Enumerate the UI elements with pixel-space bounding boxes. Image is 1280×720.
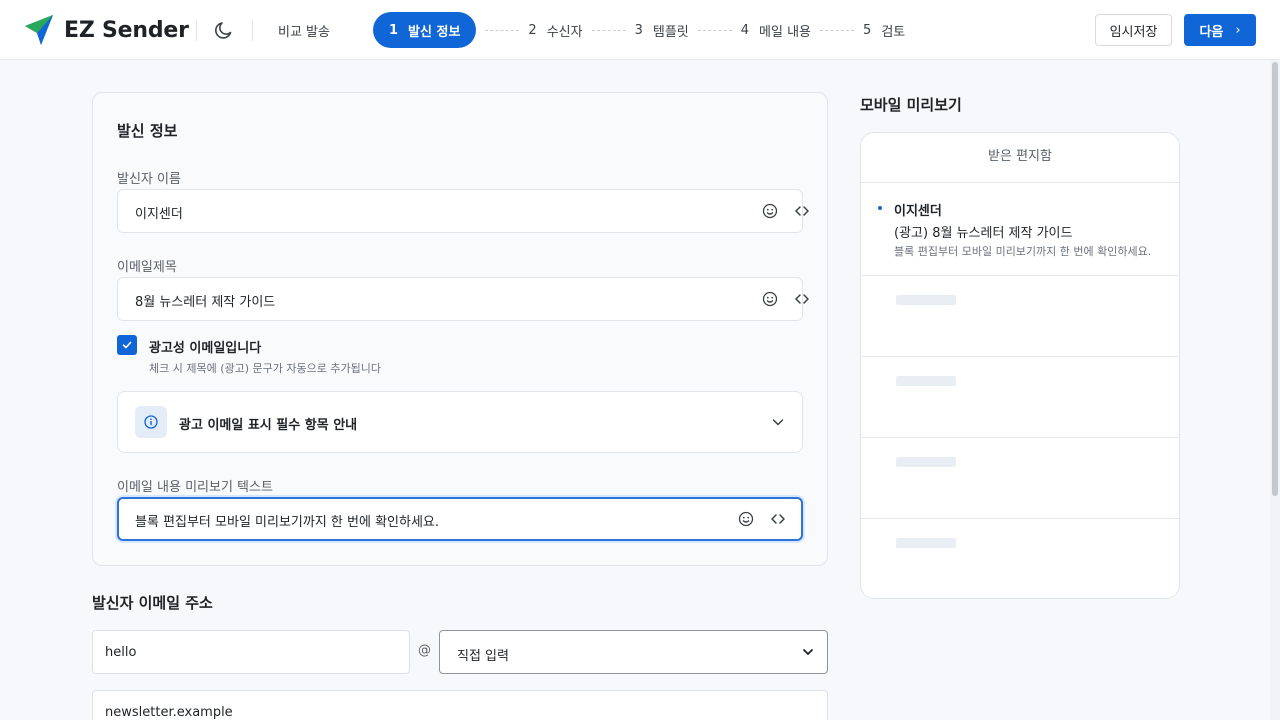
- step-3-template[interactable]: 3 템플릿: [635, 21, 689, 40]
- dark-mode-toggle[interactable]: [213, 19, 235, 41]
- check-icon: [122, 341, 132, 349]
- step-1-sender-info[interactable]: 1 발신 정보: [373, 12, 477, 48]
- ad-email-checkbox[interactable]: [117, 335, 137, 355]
- next-button[interactable]: 다음 ›: [1184, 14, 1256, 46]
- sender-info-card: 발신 정보 발신자 이름 이지센더 이메일제목 8월 뉴스레터 제작 가이드 광…: [92, 92, 828, 566]
- email-local-part-value: hello: [105, 645, 137, 660]
- ad-email-checkbox-description: 체크 시 제목에 (광고) 문구가 자동으로 추가됩니다: [149, 362, 381, 375]
- ad-notice-label: 광고 이메일 표시 필수 항목 안내: [179, 418, 358, 433]
- info-icon: [135, 406, 167, 438]
- app-name: EZ Sender: [64, 17, 189, 43]
- emoji-icon[interactable]: [761, 202, 779, 220]
- moon-icon: [215, 22, 232, 39]
- placeholder-mail-item: [861, 357, 1179, 438]
- divider: [196, 19, 197, 41]
- sender-name-value: 이지센더: [135, 207, 183, 222]
- chevron-down-icon: [772, 419, 784, 426]
- code-icon[interactable]: [793, 290, 811, 308]
- step-4-mail-content[interactable]: 4 메일 내용: [741, 21, 811, 40]
- preheader-label: 이메일 내용 미리보기 텍스트: [117, 480, 273, 495]
- preview-mail-item[interactable]: 이지센더 (광고) 8월 뉴스레터 제작 가이드 블록 편집부터 모바일 미리보…: [861, 183, 1179, 276]
- compare-send-link[interactable]: 비교 발송: [278, 21, 330, 40]
- page-scrollbar[interactable]: [1270, 60, 1280, 720]
- placeholder-bar: [896, 457, 956, 467]
- emoji-icon[interactable]: [761, 290, 779, 308]
- at-sign: @: [418, 643, 431, 658]
- code-icon[interactable]: [793, 202, 811, 220]
- email-domain-select[interactable]: 직접 입력: [439, 630, 828, 674]
- sender-name-label: 발신자 이름: [117, 172, 181, 187]
- email-domain-select-value: 직접 입력: [457, 649, 509, 664]
- step-connector: [591, 29, 626, 31]
- app-logo[interactable]: EZ Sender: [24, 14, 189, 46]
- chevron-down-icon: [803, 649, 813, 655]
- ad-notice-accordion[interactable]: 광고 이메일 표시 필수 항목 안내: [117, 391, 803, 453]
- preview-sender: 이지센더: [894, 204, 942, 219]
- placeholder-bar: [896, 538, 956, 548]
- step-connector: [820, 29, 855, 31]
- inbox-header: 받은 편지함: [861, 133, 1179, 183]
- step-2-recipients[interactable]: 2 수신자: [528, 21, 582, 40]
- preview-subject: (광고) 8월 뉴스레터 제작 가이드: [894, 226, 1073, 241]
- subject-label: 이메일제목: [117, 260, 177, 275]
- sender-email-title: 발신자 이메일 주소: [92, 594, 213, 612]
- step-5-review[interactable]: 5 검토: [863, 21, 905, 40]
- placeholder-bar: [896, 295, 956, 305]
- divider: [252, 19, 253, 41]
- email-domain-input[interactable]: newsletter.example: [92, 690, 828, 720]
- email-local-part-input[interactable]: hello: [92, 630, 410, 674]
- top-header: EZ Sender 비교 발송 1 발신 정보 2 수신자 3 템플릿 4 메일…: [0, 0, 1280, 60]
- email-domain-value: newsletter.example: [105, 705, 233, 720]
- paper-plane-logo-icon: [25, 15, 53, 45]
- subject-value: 8월 뉴스레터 제작 가이드: [135, 295, 276, 310]
- mobile-preview-title: 모바일 미리보기: [860, 96, 962, 114]
- placeholder-bar: [896, 376, 956, 386]
- preheader-field[interactable]: 블록 편집부터 모바일 미리보기까지 한 번에 확인하세요.: [117, 497, 803, 541]
- next-button-label: 다음: [1199, 24, 1224, 40]
- step-progress: 1 발신 정보 2 수신자 3 템플릿 4 메일 내용 5 검토: [373, 12, 905, 48]
- placeholder-mail-item: [861, 276, 1179, 357]
- save-draft-button[interactable]: 임시저장: [1095, 14, 1172, 46]
- sender-name-field[interactable]: 이지센더: [117, 189, 809, 233]
- code-icon[interactable]: [769, 510, 787, 528]
- emoji-icon[interactable]: [737, 510, 755, 528]
- placeholder-mail-item: [861, 438, 1179, 519]
- ad-email-checkbox-label[interactable]: 광고성 이메일입니다: [149, 337, 261, 356]
- preheader-value: 블록 편집부터 모바일 미리보기까지 한 번에 확인하세요.: [135, 515, 440, 530]
- step-connector: [697, 29, 732, 31]
- placeholder-mail-item: [861, 519, 1179, 598]
- preview-preheader: 블록 편집부터 모바일 미리보기까지 한 번에 확인하세요.: [894, 245, 1152, 258]
- scrollbar-thumb[interactable]: [1272, 62, 1278, 496]
- subject-field[interactable]: 8월 뉴스레터 제작 가이드: [117, 277, 809, 321]
- unread-dot: [878, 206, 882, 210]
- chevron-right-icon: ›: [1235, 22, 1241, 38]
- step-connector: [485, 29, 520, 31]
- mobile-preview: 받은 편지함 이지센더 (광고) 8월 뉴스레터 제작 가이드 블록 편집부터 …: [860, 132, 1180, 599]
- card-title: 발신 정보: [117, 122, 178, 140]
